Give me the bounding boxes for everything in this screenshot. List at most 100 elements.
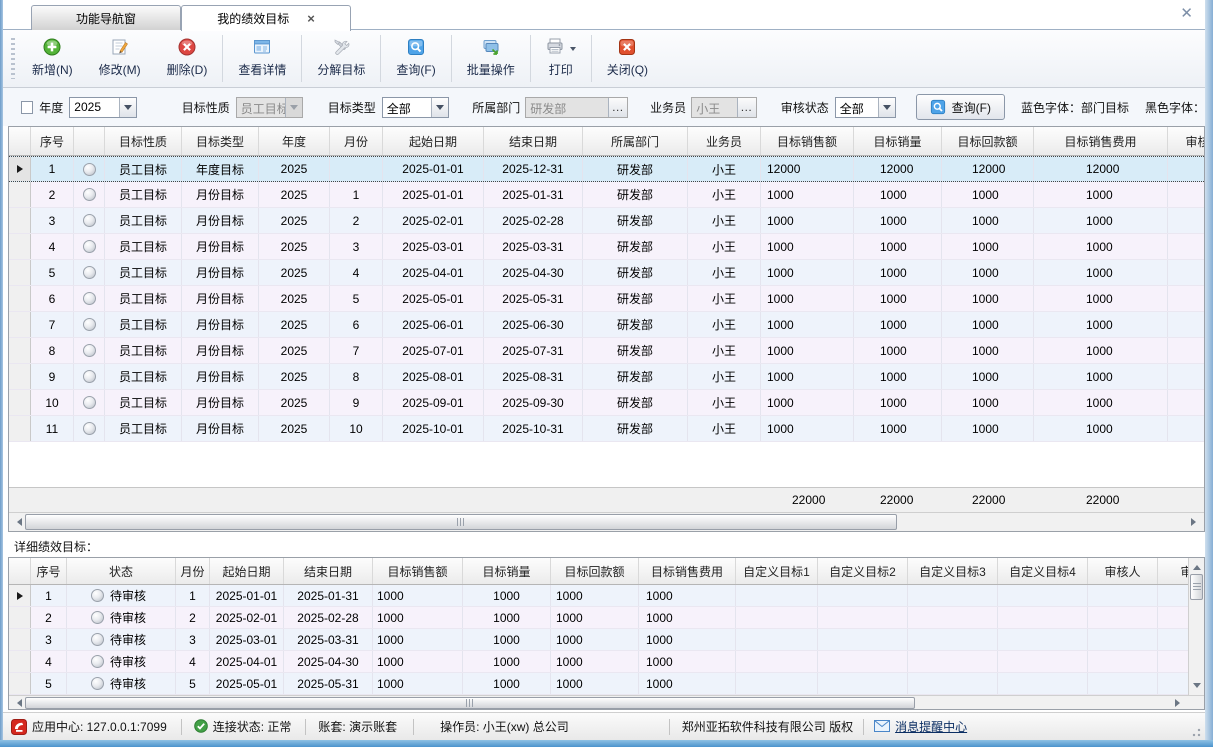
table-row[interactable]: 5员工目标月份目标202542025-04-012025-04-30研发部小王1…: [9, 260, 1204, 286]
scrollbar-thumb[interactable]: [25, 514, 897, 530]
cell-auditor: [1088, 629, 1158, 650]
cell-month: 2: [176, 607, 210, 628]
col-header-c3[interactable]: 自定义目标3: [908, 558, 998, 584]
table-row[interactable]: 9员工目标月份目标202582025-08-012025-08-31研发部小王1…: [9, 364, 1204, 390]
scroll-right-button[interactable]: [1187, 513, 1204, 531]
filter-query-button[interactable]: 查询(F): [916, 94, 1005, 120]
vertical-scrollbar[interactable]: [1188, 558, 1204, 695]
table-row[interactable]: 4待审核42025-04-012025-04-30100010001000100…: [9, 651, 1204, 673]
col-header-year[interactable]: 年度: [259, 127, 330, 155]
delete-button[interactable]: 删除(D): [154, 30, 221, 87]
table-row[interactable]: 6员工目标月份目标202552025-05-012025-05-31研发部小王1…: [9, 286, 1204, 312]
decompose-goal-button[interactable]: 分解目标: [304, 30, 378, 87]
chevron-down-icon[interactable]: [119, 98, 136, 117]
col-header-start[interactable]: 起始日期: [383, 127, 484, 155]
cell-seq: 7: [31, 312, 74, 337]
col-header-month[interactable]: 月份: [330, 127, 383, 155]
view-details-button[interactable]: 查看详情: [225, 30, 299, 87]
year-select[interactable]: 2025: [69, 97, 136, 118]
col-header-qty[interactable]: 目标销量: [463, 558, 551, 584]
col-header-nature[interactable]: 目标性质: [105, 127, 182, 155]
chevron-down-icon[interactable]: [431, 98, 448, 117]
col-header-sales[interactable]: 目标销售额: [373, 558, 463, 584]
scroll-left-button[interactable]: [9, 513, 26, 531]
col-header-month[interactable]: 月份: [176, 558, 210, 584]
table-row[interactable]: 1待审核12025-01-012025-01-31100010001000100…: [9, 585, 1204, 607]
cell-sel: [9, 338, 31, 363]
department-ellipsis-button[interactable]: …: [608, 98, 627, 117]
scroll-down-button[interactable]: [1189, 680, 1204, 695]
add-button[interactable]: 新增(N): [19, 30, 86, 87]
col-header-seq[interactable]: 序号: [31, 127, 74, 155]
edit-button[interactable]: 修改(M): [86, 30, 154, 87]
table-row[interactable]: 1员工目标年度目标20252025-01-012025-12-31研发部小王12…: [9, 156, 1204, 182]
col-header-sales[interactable]: 目标销售额: [761, 127, 854, 155]
print-button[interactable]: 打印: [533, 30, 589, 87]
col-header-salesman[interactable]: 业务员: [688, 127, 761, 155]
goal-type-select[interactable]: 全部: [382, 97, 449, 118]
query-button[interactable]: 查询(F): [383, 30, 448, 87]
col-header-audit[interactable]: 审核: [1168, 127, 1205, 155]
tab-my-performance-goals[interactable]: 我的绩效目标 ×: [181, 5, 351, 31]
salesman-ellipsis-button[interactable]: …: [737, 98, 756, 117]
resize-grip[interactable]: [1191, 727, 1201, 737]
col-header-qty[interactable]: 目标销量: [854, 127, 942, 155]
print-dropdown-icon[interactable]: [570, 47, 576, 54]
window-close-icon[interactable]: ✕: [1180, 4, 1193, 22]
audit-status-select[interactable]: 全部: [835, 97, 896, 118]
col-header-c1[interactable]: 自定义目标1: [736, 558, 818, 584]
tab-close-icon[interactable]: ×: [307, 12, 315, 25]
table-row[interactable]: 2员工目标月份目标202512025-01-012025-01-31研发部小王1…: [9, 182, 1204, 208]
col-header-end[interactable]: 结束日期: [284, 558, 373, 584]
col-header-expense[interactable]: 目标销售费用: [1034, 127, 1168, 155]
cell-type: 月份目标: [182, 208, 259, 233]
table-row[interactable]: 8员工目标月份目标202572025-07-012025-07-31研发部小王1…: [9, 338, 1204, 364]
scroll-up-button[interactable]: [1189, 558, 1204, 573]
table-row[interactable]: 11员工目标月份目标2025102025-10-012025-10-31研发部小…: [9, 416, 1204, 442]
col-header-c4[interactable]: 自定义目标4: [998, 558, 1088, 584]
cell-c3: [908, 651, 998, 672]
table-row[interactable]: 3待审核32025-03-012025-03-31100010001000100…: [9, 629, 1204, 651]
col-header-sel[interactable]: [9, 127, 31, 155]
col-header-expense[interactable]: 目标销售费用: [639, 558, 736, 584]
scroll-left-button[interactable]: [9, 696, 26, 710]
table-row[interactable]: 3员工目标月份目标202522025-02-012025-02-28研发部小王1…: [9, 208, 1204, 234]
table-row[interactable]: 7员工目标月份目标202562025-06-012025-06-30研发部小王1…: [9, 312, 1204, 338]
cell-status: 待审核: [67, 673, 176, 694]
table-row[interactable]: 5待审核52025-05-012025-05-31100010001000100…: [9, 673, 1204, 695]
col-header-status[interactable]: 状态: [67, 558, 176, 584]
col-header-auditor[interactable]: 审核人: [1088, 558, 1158, 584]
col-header-icon[interactable]: [74, 127, 105, 155]
app-window: 功能导航窗 我的绩效目标 × ✕ 新增(N) 修改(M) 删除(D) 查看详情: [0, 0, 1213, 747]
col-header-start[interactable]: 起始日期: [210, 558, 284, 584]
year-checkbox[interactable]: [21, 101, 33, 114]
app-center-text: 应用中心: 127.0.0.1:7099: [32, 718, 167, 735]
col-header-sel[interactable]: [9, 558, 31, 584]
toolbar-grip[interactable]: [11, 38, 15, 79]
summary-cell-month: [330, 488, 383, 512]
table-row[interactable]: 10员工目标月份目标202592025-09-012025-09-30研发部小王…: [9, 390, 1204, 416]
cell-start: 2025-03-01: [210, 629, 284, 650]
col-header-c2[interactable]: 自定义目标2: [818, 558, 908, 584]
cell-type: 月份目标: [182, 390, 259, 415]
scrollbar-thumb[interactable]: [25, 697, 915, 709]
message-center-link[interactable]: 消息提醒中心: [895, 718, 967, 735]
scroll-right-button[interactable]: [1171, 696, 1188, 710]
horizontal-scrollbar[interactable]: [9, 512, 1204, 531]
table-row[interactable]: 4员工目标月份目标202532025-03-012025-03-31研发部小王1…: [9, 234, 1204, 260]
chevron-down-icon[interactable]: [878, 98, 895, 117]
horizontal-scrollbar[interactable]: [9, 695, 1204, 710]
summary-cell-qty: 22000: [854, 488, 942, 512]
col-header-dept[interactable]: 所属部门: [583, 127, 688, 155]
col-header-type[interactable]: 目标类型: [182, 127, 259, 155]
table-row[interactable]: 2待审核22025-02-012025-02-28100010001000100…: [9, 607, 1204, 629]
close-button[interactable]: 关闭(Q): [594, 30, 661, 87]
batch-operation-button[interactable]: 批量操作: [454, 30, 528, 87]
tab-function-navigation[interactable]: 功能导航窗: [31, 5, 181, 30]
scrollbar-thumb[interactable]: [1190, 574, 1203, 600]
col-header-seq[interactable]: 序号: [31, 558, 67, 584]
status-icon: [83, 163, 96, 176]
col-header-payment[interactable]: 目标回款额: [551, 558, 639, 584]
col-header-payment[interactable]: 目标回款额: [942, 127, 1034, 155]
col-header-end[interactable]: 结束日期: [484, 127, 583, 155]
